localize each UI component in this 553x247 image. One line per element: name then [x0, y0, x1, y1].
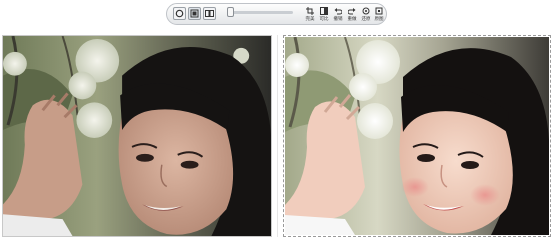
tool-label: 可比: [319, 17, 329, 22]
zoom-slider[interactable]: [227, 7, 293, 17]
photo-enhanced-icon: [285, 37, 549, 235]
restore-icon: [362, 7, 370, 15]
tool-label: 撤销: [333, 17, 343, 22]
undo-icon: [334, 8, 342, 15]
tool-original[interactable]: 原图: [371, 7, 387, 25]
image-toolbar: 完美 可比 撤销 重做 还原 原图: [166, 3, 387, 25]
panel-divider: [277, 35, 278, 237]
side-by-side-view-button[interactable]: [203, 7, 216, 20]
redo-icon: [348, 8, 356, 15]
single-view-icon: [175, 9, 184, 18]
tool-label: 完美: [305, 17, 315, 22]
tool-label: 原图: [374, 17, 384, 22]
split-view-button[interactable]: [188, 7, 201, 20]
side-by-side-view-icon: [205, 10, 214, 17]
compare-icon: [320, 7, 328, 15]
enhanced-image-panel: [283, 35, 551, 237]
tool-label: 重做: [347, 17, 357, 22]
split-view-icon: [190, 9, 199, 18]
original-icon: [375, 7, 383, 15]
photo-original-icon: [3, 36, 271, 236]
zoom-slider-thumb[interactable]: [227, 7, 234, 17]
crop-icon: [306, 7, 314, 15]
single-view-button[interactable]: [173, 7, 186, 20]
tool-label: 还原: [361, 17, 371, 22]
original-image-panel: [2, 35, 272, 237]
